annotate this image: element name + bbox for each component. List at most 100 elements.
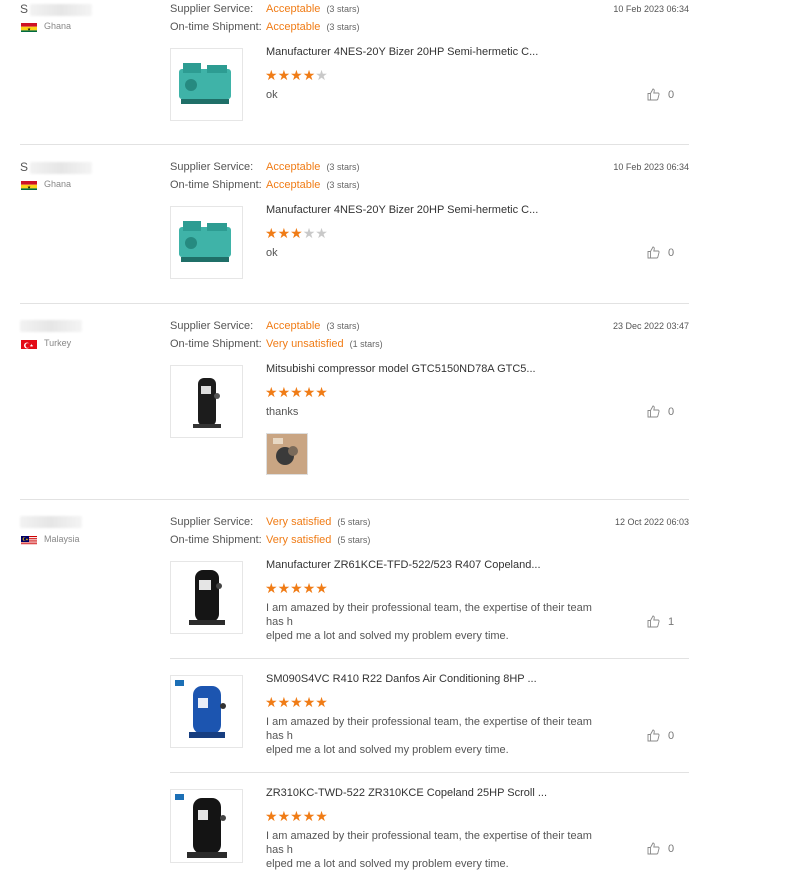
buyer-country: Malaysia (44, 534, 80, 544)
like-button[interactable]: 1 (647, 615, 674, 628)
ontime-shipment-label: On-time Shipment: (170, 534, 262, 546)
star-icon: ★ (265, 580, 278, 596)
flag-ghana-icon: ★ (21, 179, 37, 190)
ontime-shipment-label: On-time Shipment: (170, 179, 262, 191)
product-title-link[interactable]: SM090S4VC R410 R22 Danfos Air Conditioni… (266, 673, 537, 685)
buyer-country: Turkey (44, 338, 71, 348)
review-date: 23 Dec 2022 03:47 (613, 321, 689, 331)
product-thumbnail[interactable] (170, 561, 243, 634)
thumbs-up-icon (647, 729, 660, 742)
review-comment: ok (266, 246, 606, 260)
review-comment: ok (266, 88, 606, 102)
supplier-service-rating: Very satisfied(5 stars) (266, 516, 370, 528)
product-star-rating: ★★★★★ (265, 385, 328, 399)
supplier-service-label: Supplier Service: (170, 320, 253, 332)
svg-text:★: ★ (27, 26, 31, 31)
star-icon: ★ (265, 67, 278, 83)
thumbs-up-icon (647, 88, 660, 101)
star-icon: ★ (303, 808, 316, 824)
buyer-name: S (20, 2, 92, 16)
product-thumbnail[interactable] (170, 789, 243, 863)
comment-line: I am amazed by their professional team, … (266, 601, 606, 629)
product-thumbnail[interactable] (170, 206, 243, 279)
like-count: 0 (668, 247, 674, 259)
star-icon: ★ (290, 225, 303, 241)
star-icon: ★ (315, 67, 328, 83)
like-button[interactable]: 0 (647, 88, 674, 101)
like-count: 1 (668, 616, 674, 628)
star-icon: ★ (303, 225, 316, 241)
star-icon: ★ (303, 67, 316, 83)
like-count: 0 (668, 406, 674, 418)
like-button[interactable]: 0 (647, 729, 674, 742)
star-icon: ★ (303, 384, 316, 400)
review-comment: I am amazed by their professional team, … (266, 601, 606, 643)
like-button[interactable]: 0 (647, 842, 674, 855)
divider (20, 303, 689, 304)
review-photo-attachment[interactable] (266, 433, 308, 475)
product-title-link[interactable]: ZR310KC-TWD-522 ZR310KCE Copeland 25HP S… (266, 787, 547, 799)
product-thumbnail[interactable] (170, 675, 243, 748)
star-icon: ★ (315, 225, 328, 241)
star-icon: ★ (290, 580, 303, 596)
star-icon: ★ (290, 694, 303, 710)
supplier-service-label: Supplier Service: (170, 516, 253, 528)
ontime-shipment-rating: Acceptable(3 stars) (266, 21, 359, 33)
star-icon: ★ (265, 694, 278, 710)
star-icon: ★ (278, 384, 291, 400)
item-divider (170, 658, 689, 659)
comment-line: elped me a lot and solved my problem eve… (266, 629, 606, 643)
product-star-rating: ★★★★★ (265, 226, 328, 240)
star-icon: ★ (290, 384, 303, 400)
buyer-country: Ghana (44, 21, 71, 31)
supplier-service-rating: Acceptable(3 stars) (266, 161, 359, 173)
like-count: 0 (668, 843, 674, 855)
divider (20, 499, 689, 500)
product-title-link[interactable]: Manufacturer 4NES-20Y Bizer 20HP Semi-he… (266, 204, 538, 216)
star-icon: ★ (278, 808, 291, 824)
thumbs-up-icon (647, 615, 660, 628)
star-icon: ★ (278, 580, 291, 596)
star-icon: ★ (278, 225, 291, 241)
star-icon: ★ (265, 808, 278, 824)
buyer-name: S (20, 160, 92, 174)
star-icon: ★ (315, 808, 328, 824)
star-icon: ★ (278, 694, 291, 710)
product-thumbnail[interactable] (170, 48, 243, 121)
buyer-name (20, 318, 82, 332)
flag-ghana-icon: ★ (21, 21, 37, 32)
product-title-link[interactable]: Mitsubishi compressor model GTC5150ND78A… (266, 363, 536, 375)
ontime-shipment-rating: Very satisfied(5 stars) (266, 534, 370, 546)
supplier-service-rating: Acceptable(3 stars) (266, 320, 359, 332)
product-star-rating: ★★★★★ (265, 581, 328, 595)
thumbs-up-icon (647, 842, 660, 855)
product-thumbnail[interactable] (170, 365, 243, 438)
product-star-rating: ★★★★★ (265, 809, 328, 823)
review-comment: thanks (266, 405, 606, 419)
buyer-country: Ghana (44, 179, 71, 189)
product-title-link[interactable]: Manufacturer ZR61KCE-TFD-522/523 R407 Co… (266, 559, 541, 571)
product-title-link[interactable]: Manufacturer 4NES-20Y Bizer 20HP Semi-he… (266, 46, 538, 58)
star-icon: ★ (265, 225, 278, 241)
supplier-service-label: Supplier Service: (170, 161, 253, 173)
like-button[interactable]: 0 (647, 405, 674, 418)
review-comment: I am amazed by their professional team, … (266, 715, 606, 757)
item-divider (170, 772, 689, 773)
ontime-shipment-label: On-time Shipment: (170, 338, 262, 350)
like-count: 0 (668, 89, 674, 101)
thumbs-up-icon (647, 405, 660, 418)
ontime-shipment-label: On-time Shipment: (170, 21, 262, 33)
product-star-rating: ★★★★★ (265, 695, 328, 709)
like-button[interactable]: 0 (647, 246, 674, 259)
star-icon: ★ (315, 384, 328, 400)
star-icon: ★ (303, 694, 316, 710)
divider (20, 144, 689, 145)
product-star-rating: ★★★★★ (265, 68, 328, 82)
star-icon: ★ (265, 384, 278, 400)
ontime-shipment-rating: Acceptable(3 stars) (266, 179, 359, 191)
buyer-name (20, 514, 82, 528)
review-date: 10 Feb 2023 06:34 (613, 4, 689, 14)
flag-malaysia-icon: ★ (21, 534, 37, 545)
star-icon: ★ (290, 67, 303, 83)
comment-line: elped me a lot and solved my problem eve… (266, 857, 606, 871)
